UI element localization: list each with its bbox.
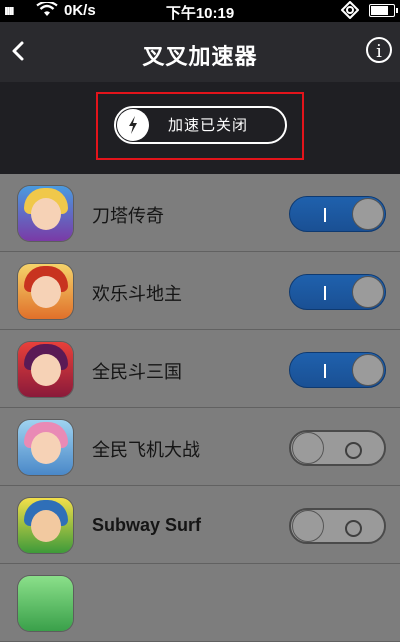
game-toggle[interactable] (289, 430, 386, 466)
game-toggle[interactable] (289, 352, 386, 388)
game-name: Subway Surf (92, 515, 202, 535)
game-name: 欢乐斗地主 (92, 284, 182, 305)
game-toggle[interactable] (289, 196, 386, 232)
dota-legend-app-icon (18, 186, 73, 241)
game-name: 全民斗三国 (92, 362, 182, 383)
battery-icon (369, 4, 398, 17)
accelerator-status-label: 加速已关闭 (168, 116, 249, 134)
status-bar: ıııı 0K/s 下午10:19 (0, 0, 400, 22)
lightning-knob (117, 109, 149, 141)
game-row[interactable]: Subway Surf (0, 486, 400, 564)
accelerator-toggle[interactable]: 加速已关闭 (114, 106, 287, 144)
page-title: 叉叉加速器 (142, 45, 258, 70)
game-row-partial[interactable] (0, 564, 400, 642)
plane-war-app-icon (18, 420, 73, 475)
game-row[interactable]: 全民斗三国 (0, 330, 400, 408)
subway-surf-app-icon (18, 498, 73, 553)
partial-app-icon (18, 576, 73, 631)
game-row[interactable]: 全民飞机大战 (0, 408, 400, 486)
game-row[interactable]: 欢乐斗地主 (0, 252, 400, 330)
game-toggle[interactable] (289, 274, 386, 310)
game-name: 刀塔传奇 (92, 206, 164, 227)
game-list: 刀塔传奇 欢乐斗地主 全民斗三国 全民飞机大战 Subway Surf (0, 174, 400, 642)
accelerator-panel: 加速已关闭 (0, 82, 400, 174)
happy-landlord-app-icon (18, 264, 73, 319)
alarm-icon (340, 1, 360, 23)
game-row[interactable]: 刀塔传奇 (0, 174, 400, 252)
nav-bar: 叉叉加速器 i (0, 22, 400, 82)
game-name: 全民飞机大战 (92, 440, 200, 461)
game-toggle[interactable] (289, 508, 386, 544)
lightning-icon (129, 116, 137, 134)
three-kingdoms-app-icon (18, 342, 73, 397)
info-button[interactable]: i (366, 37, 392, 63)
